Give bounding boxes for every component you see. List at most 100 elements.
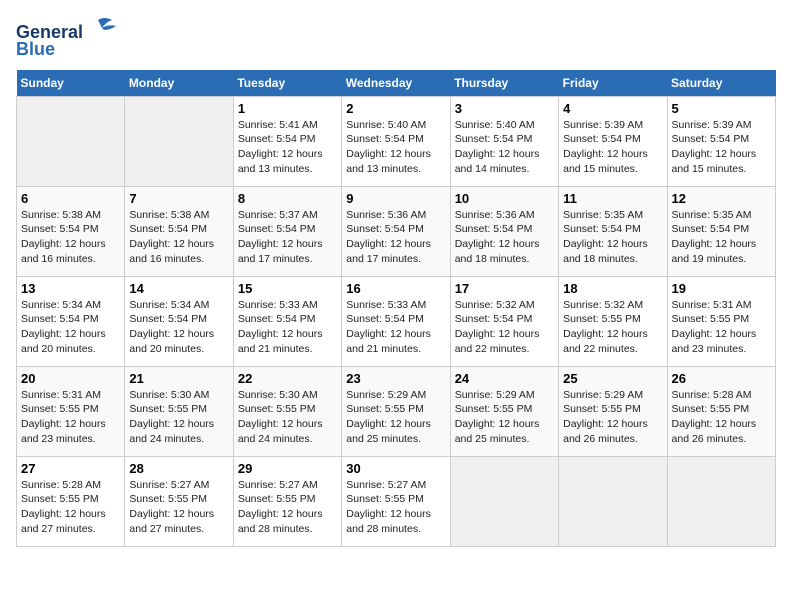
table-cell: 12 Sunrise: 5:35 AM Sunset: 5:54 PM Dayli… bbox=[667, 186, 775, 276]
table-cell: 30 Sunrise: 5:27 AM Sunset: 5:55 PM Dayli… bbox=[342, 456, 450, 546]
day-number: 23 bbox=[346, 371, 445, 386]
table-cell bbox=[17, 96, 125, 186]
day-info: Sunrise: 5:29 AM Sunset: 5:55 PM Dayligh… bbox=[346, 388, 445, 447]
table-cell: 8 Sunrise: 5:37 AM Sunset: 5:54 PM Daylig… bbox=[233, 186, 341, 276]
day-info: Sunrise: 5:30 AM Sunset: 5:55 PM Dayligh… bbox=[238, 388, 337, 447]
day-info: Sunrise: 5:32 AM Sunset: 5:54 PM Dayligh… bbox=[455, 298, 554, 357]
table-cell bbox=[450, 456, 558, 546]
day-info: Sunrise: 5:32 AM Sunset: 5:55 PM Dayligh… bbox=[563, 298, 662, 357]
table-cell: 9Sunrise: 5:36 AM Sunset: 5:54 PM Daylig… bbox=[342, 186, 450, 276]
day-info: Sunrise: 5:41 AM Sunset: 5:54 PM Dayligh… bbox=[238, 118, 337, 177]
table-cell: 28 Sunrise: 5:27 AM Sunset: 5:55 PM Dayli… bbox=[125, 456, 233, 546]
day-info: Sunrise: 5:36 AM Sunset: 5:54 PM Dayligh… bbox=[455, 208, 554, 267]
table-cell: 15 Sunrise: 5:33 AM Sunset: 5:54 PM Dayli… bbox=[233, 276, 341, 366]
day-number: 2 bbox=[346, 101, 445, 116]
week-row-5: 27 Sunrise: 5:28 AM Sunset: 5:55 PM Dayli… bbox=[17, 456, 776, 546]
day-number: 17 bbox=[455, 281, 554, 296]
calendar-table: SundayMondayTuesdayWednesdayThursdayFrid… bbox=[16, 70, 776, 547]
day-info: Sunrise: 5:35 AM Sunset: 5:54 PM Dayligh… bbox=[563, 208, 662, 267]
table-cell: 20Sunrise: 5:31 AM Sunset: 5:55 PM Dayli… bbox=[17, 366, 125, 456]
week-row-4: 20Sunrise: 5:31 AM Sunset: 5:55 PM Dayli… bbox=[17, 366, 776, 456]
table-cell: 17 Sunrise: 5:32 AM Sunset: 5:54 PM Dayli… bbox=[450, 276, 558, 366]
table-cell: 14 Sunrise: 5:34 AM Sunset: 5:54 PM Dayli… bbox=[125, 276, 233, 366]
day-info: Sunrise: 5:40 AM Sunset: 5:54 PM Dayligh… bbox=[455, 118, 554, 177]
table-cell bbox=[559, 456, 667, 546]
day-number: 30 bbox=[346, 461, 445, 476]
day-info: Sunrise: 5:28 AM Sunset: 5:55 PM Dayligh… bbox=[672, 388, 771, 447]
table-cell: 18 Sunrise: 5:32 AM Sunset: 5:55 PM Dayli… bbox=[559, 276, 667, 366]
table-cell: 13 Sunrise: 5:34 AM Sunset: 5:54 PM Dayli… bbox=[17, 276, 125, 366]
day-number: 25 bbox=[563, 371, 662, 386]
day-number: 19 bbox=[672, 281, 771, 296]
header-saturday: Saturday bbox=[667, 70, 775, 97]
day-info: Sunrise: 5:28 AM Sunset: 5:55 PM Dayligh… bbox=[21, 478, 120, 537]
day-number: 13 bbox=[21, 281, 120, 296]
table-cell: 2Sunrise: 5:40 AM Sunset: 5:54 PM Daylig… bbox=[342, 96, 450, 186]
day-info: Sunrise: 5:38 AM Sunset: 5:54 PM Dayligh… bbox=[129, 208, 228, 267]
day-number: 14 bbox=[129, 281, 228, 296]
day-info: Sunrise: 5:33 AM Sunset: 5:54 PM Dayligh… bbox=[346, 298, 445, 357]
table-cell: 21Sunrise: 5:30 AM Sunset: 5:55 PM Dayli… bbox=[125, 366, 233, 456]
table-cell: 5Sunrise: 5:39 AM Sunset: 5:54 PM Daylig… bbox=[667, 96, 775, 186]
week-row-1: 1 Sunrise: 5:41 AM Sunset: 5:54 PM Daylig… bbox=[17, 96, 776, 186]
day-number: 24 bbox=[455, 371, 554, 386]
table-cell: 25 Sunrise: 5:29 AM Sunset: 5:55 PM Dayli… bbox=[559, 366, 667, 456]
table-cell: 29 Sunrise: 5:27 AM Sunset: 5:55 PM Dayli… bbox=[233, 456, 341, 546]
table-cell: 3 Sunrise: 5:40 AM Sunset: 5:54 PM Daylig… bbox=[450, 96, 558, 186]
day-number: 4 bbox=[563, 101, 662, 116]
day-info: Sunrise: 5:27 AM Sunset: 5:55 PM Dayligh… bbox=[238, 478, 337, 537]
day-number: 11 bbox=[563, 191, 662, 206]
week-row-3: 13 Sunrise: 5:34 AM Sunset: 5:54 PM Dayli… bbox=[17, 276, 776, 366]
day-number: 22 bbox=[238, 371, 337, 386]
table-cell: 19 Sunrise: 5:31 AM Sunset: 5:55 PM Dayli… bbox=[667, 276, 775, 366]
header-wednesday: Wednesday bbox=[342, 70, 450, 97]
day-number: 3 bbox=[455, 101, 554, 116]
day-number: 9 bbox=[346, 191, 445, 206]
day-number: 21 bbox=[129, 371, 228, 386]
day-number: 29 bbox=[238, 461, 337, 476]
day-info: Sunrise: 5:33 AM Sunset: 5:54 PM Dayligh… bbox=[238, 298, 337, 357]
day-info: Sunrise: 5:34 AM Sunset: 5:54 PM Dayligh… bbox=[21, 298, 120, 357]
page-header: General Blue bbox=[16, 16, 776, 60]
day-info: Sunrise: 5:35 AM Sunset: 5:54 PM Dayligh… bbox=[672, 208, 771, 267]
day-number: 28 bbox=[129, 461, 228, 476]
day-info: Sunrise: 5:29 AM Sunset: 5:55 PM Dayligh… bbox=[455, 388, 554, 447]
day-number: 20 bbox=[21, 371, 120, 386]
day-number: 6 bbox=[21, 191, 120, 206]
day-number: 16 bbox=[346, 281, 445, 296]
table-cell: 11 Sunrise: 5:35 AM Sunset: 5:54 PM Dayli… bbox=[559, 186, 667, 276]
day-info: Sunrise: 5:37 AM Sunset: 5:54 PM Dayligh… bbox=[238, 208, 337, 267]
logo: General Blue bbox=[16, 16, 116, 60]
table-cell: 7 Sunrise: 5:38 AM Sunset: 5:54 PM Daylig… bbox=[125, 186, 233, 276]
table-cell: 6 Sunrise: 5:38 AM Sunset: 5:54 PM Daylig… bbox=[17, 186, 125, 276]
weekday-header-row: SundayMondayTuesdayWednesdayThursdayFrid… bbox=[17, 70, 776, 97]
day-info: Sunrise: 5:29 AM Sunset: 5:55 PM Dayligh… bbox=[563, 388, 662, 447]
week-row-2: 6 Sunrise: 5:38 AM Sunset: 5:54 PM Daylig… bbox=[17, 186, 776, 276]
day-info: Sunrise: 5:39 AM Sunset: 5:54 PM Dayligh… bbox=[563, 118, 662, 177]
day-info: Sunrise: 5:39 AM Sunset: 5:54 PM Dayligh… bbox=[672, 118, 771, 177]
table-cell: 22 Sunrise: 5:30 AM Sunset: 5:55 PM Dayli… bbox=[233, 366, 341, 456]
day-number: 15 bbox=[238, 281, 337, 296]
day-info: Sunrise: 5:27 AM Sunset: 5:55 PM Dayligh… bbox=[129, 478, 228, 537]
day-info: Sunrise: 5:38 AM Sunset: 5:54 PM Dayligh… bbox=[21, 208, 120, 267]
day-number: 18 bbox=[563, 281, 662, 296]
day-number: 8 bbox=[238, 191, 337, 206]
table-cell: 23 Sunrise: 5:29 AM Sunset: 5:55 PM Dayli… bbox=[342, 366, 450, 456]
table-cell: 10 Sunrise: 5:36 AM Sunset: 5:54 PM Dayli… bbox=[450, 186, 558, 276]
table-cell: 26 Sunrise: 5:28 AM Sunset: 5:55 PM Dayli… bbox=[667, 366, 775, 456]
day-number: 27 bbox=[21, 461, 120, 476]
day-info: Sunrise: 5:31 AM Sunset: 5:55 PM Dayligh… bbox=[672, 298, 771, 357]
table-cell: 27 Sunrise: 5:28 AM Sunset: 5:55 PM Dayli… bbox=[17, 456, 125, 546]
table-cell bbox=[125, 96, 233, 186]
header-thursday: Thursday bbox=[450, 70, 558, 97]
table-cell: 4 Sunrise: 5:39 AM Sunset: 5:54 PM Daylig… bbox=[559, 96, 667, 186]
day-number: 12 bbox=[672, 191, 771, 206]
day-info: Sunrise: 5:27 AM Sunset: 5:55 PM Dayligh… bbox=[346, 478, 445, 537]
logo-bird-icon bbox=[86, 16, 116, 38]
day-number: 10 bbox=[455, 191, 554, 206]
day-number: 7 bbox=[129, 191, 228, 206]
table-cell: 24 Sunrise: 5:29 AM Sunset: 5:55 PM Dayli… bbox=[450, 366, 558, 456]
day-info: Sunrise: 5:34 AM Sunset: 5:54 PM Dayligh… bbox=[129, 298, 228, 357]
day-number: 26 bbox=[672, 371, 771, 386]
day-number: 1 bbox=[238, 101, 337, 116]
